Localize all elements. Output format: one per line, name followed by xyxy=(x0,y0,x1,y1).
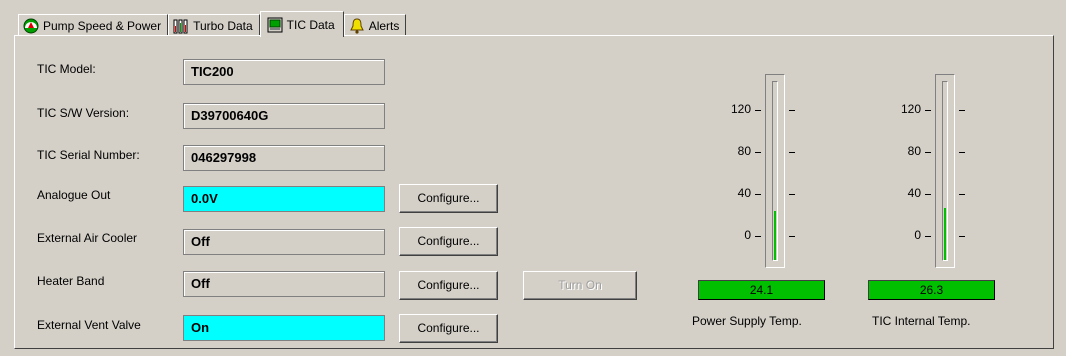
tic-model-field: TIC200 xyxy=(183,59,385,85)
tic-data-panel: TIC Model: TIC200 TIC S/W Version: D3970… xyxy=(14,35,1054,349)
gauge-track xyxy=(942,81,948,261)
gauge-icon xyxy=(23,18,39,34)
tick-mark xyxy=(755,236,761,237)
gauge-track xyxy=(772,81,778,261)
configure-vent-valve-button[interactable]: Configure... xyxy=(399,314,498,343)
air-cooler-label: External Air Cooler xyxy=(37,231,138,245)
tick-mark xyxy=(755,194,761,195)
tab-alerts[interactable]: Alerts xyxy=(343,14,407,36)
gauge-tube xyxy=(765,74,785,268)
tic-model-label: TIC Model: xyxy=(37,62,96,76)
tab-strip: Pump Speed & Power Turbo Data TIC Data A… xyxy=(18,10,407,37)
gauge-level-bar xyxy=(944,208,946,260)
tick-label: 40 xyxy=(907,186,921,200)
tick-label: 80 xyxy=(907,144,921,158)
monitor-icon xyxy=(267,17,283,33)
tick-mark xyxy=(959,152,965,153)
tab-turbo-data[interactable]: Turbo Data xyxy=(168,14,260,36)
tic-internal-temp-label: TIC Internal Temp. xyxy=(872,314,971,328)
tick-label: 120 xyxy=(730,102,751,116)
tick-label: 40 xyxy=(737,186,751,200)
heater-band-field: Off xyxy=(183,271,385,297)
tick-mark xyxy=(959,194,965,195)
tab-pump-speed-power[interactable]: Pump Speed & Power xyxy=(18,14,169,36)
air-cooler-field: Off xyxy=(183,229,385,255)
vent-valve-label: External Vent Valve xyxy=(37,318,141,332)
tick-mark xyxy=(755,152,761,153)
vent-valve-field: On xyxy=(183,315,385,341)
gauge-tube xyxy=(935,74,955,268)
tick-mark xyxy=(925,152,931,153)
tick-label: 0 xyxy=(744,228,751,242)
power-supply-temp-label: Power Supply Temp. xyxy=(692,314,802,328)
bar-meter-icon xyxy=(173,18,189,34)
analogue-out-field: 0.0V xyxy=(183,186,385,212)
tick-mark xyxy=(925,110,931,111)
configure-analogue-out-button[interactable]: Configure... xyxy=(399,184,498,213)
tick-mark xyxy=(959,110,965,111)
tab-label: Alerts xyxy=(368,18,400,33)
power-supply-temp-readout: 24.1 xyxy=(698,280,825,300)
configure-air-cooler-button[interactable]: Configure... xyxy=(399,227,498,256)
tick-mark xyxy=(789,194,795,195)
heater-band-label: Heater Band xyxy=(37,274,105,288)
turn-on-button[interactable]: Turn On xyxy=(523,271,637,300)
tick-mark xyxy=(959,236,965,237)
sw-version-label: TIC S/W Version: xyxy=(37,106,130,120)
sw-version-field: D39700640G xyxy=(183,103,385,129)
tick-mark xyxy=(789,236,795,237)
tick-mark xyxy=(925,194,931,195)
gauge-level-bar xyxy=(774,211,776,260)
tick-label: 0 xyxy=(914,228,921,242)
tick-mark xyxy=(789,152,795,153)
tick-label: 120 xyxy=(900,102,921,116)
serial-number-field: 046297998 xyxy=(183,145,385,171)
tab-label: Turbo Data xyxy=(193,18,253,33)
tab-label: Pump Speed & Power xyxy=(43,18,162,33)
tab-label: TIC Data xyxy=(286,17,335,32)
serial-number-label: TIC Serial Number: xyxy=(37,148,140,162)
tick-mark xyxy=(755,110,761,111)
tick-label: 80 xyxy=(737,144,751,158)
tab-tic-data[interactable]: TIC Data xyxy=(259,11,344,37)
tick-mark xyxy=(789,110,795,111)
bell-icon xyxy=(349,17,365,34)
configure-heater-band-button[interactable]: Configure... xyxy=(399,271,498,300)
analogue-out-label: Analogue Out xyxy=(37,188,111,202)
tic-internal-temp-readout: 26.3 xyxy=(868,280,995,300)
tick-mark xyxy=(925,236,931,237)
